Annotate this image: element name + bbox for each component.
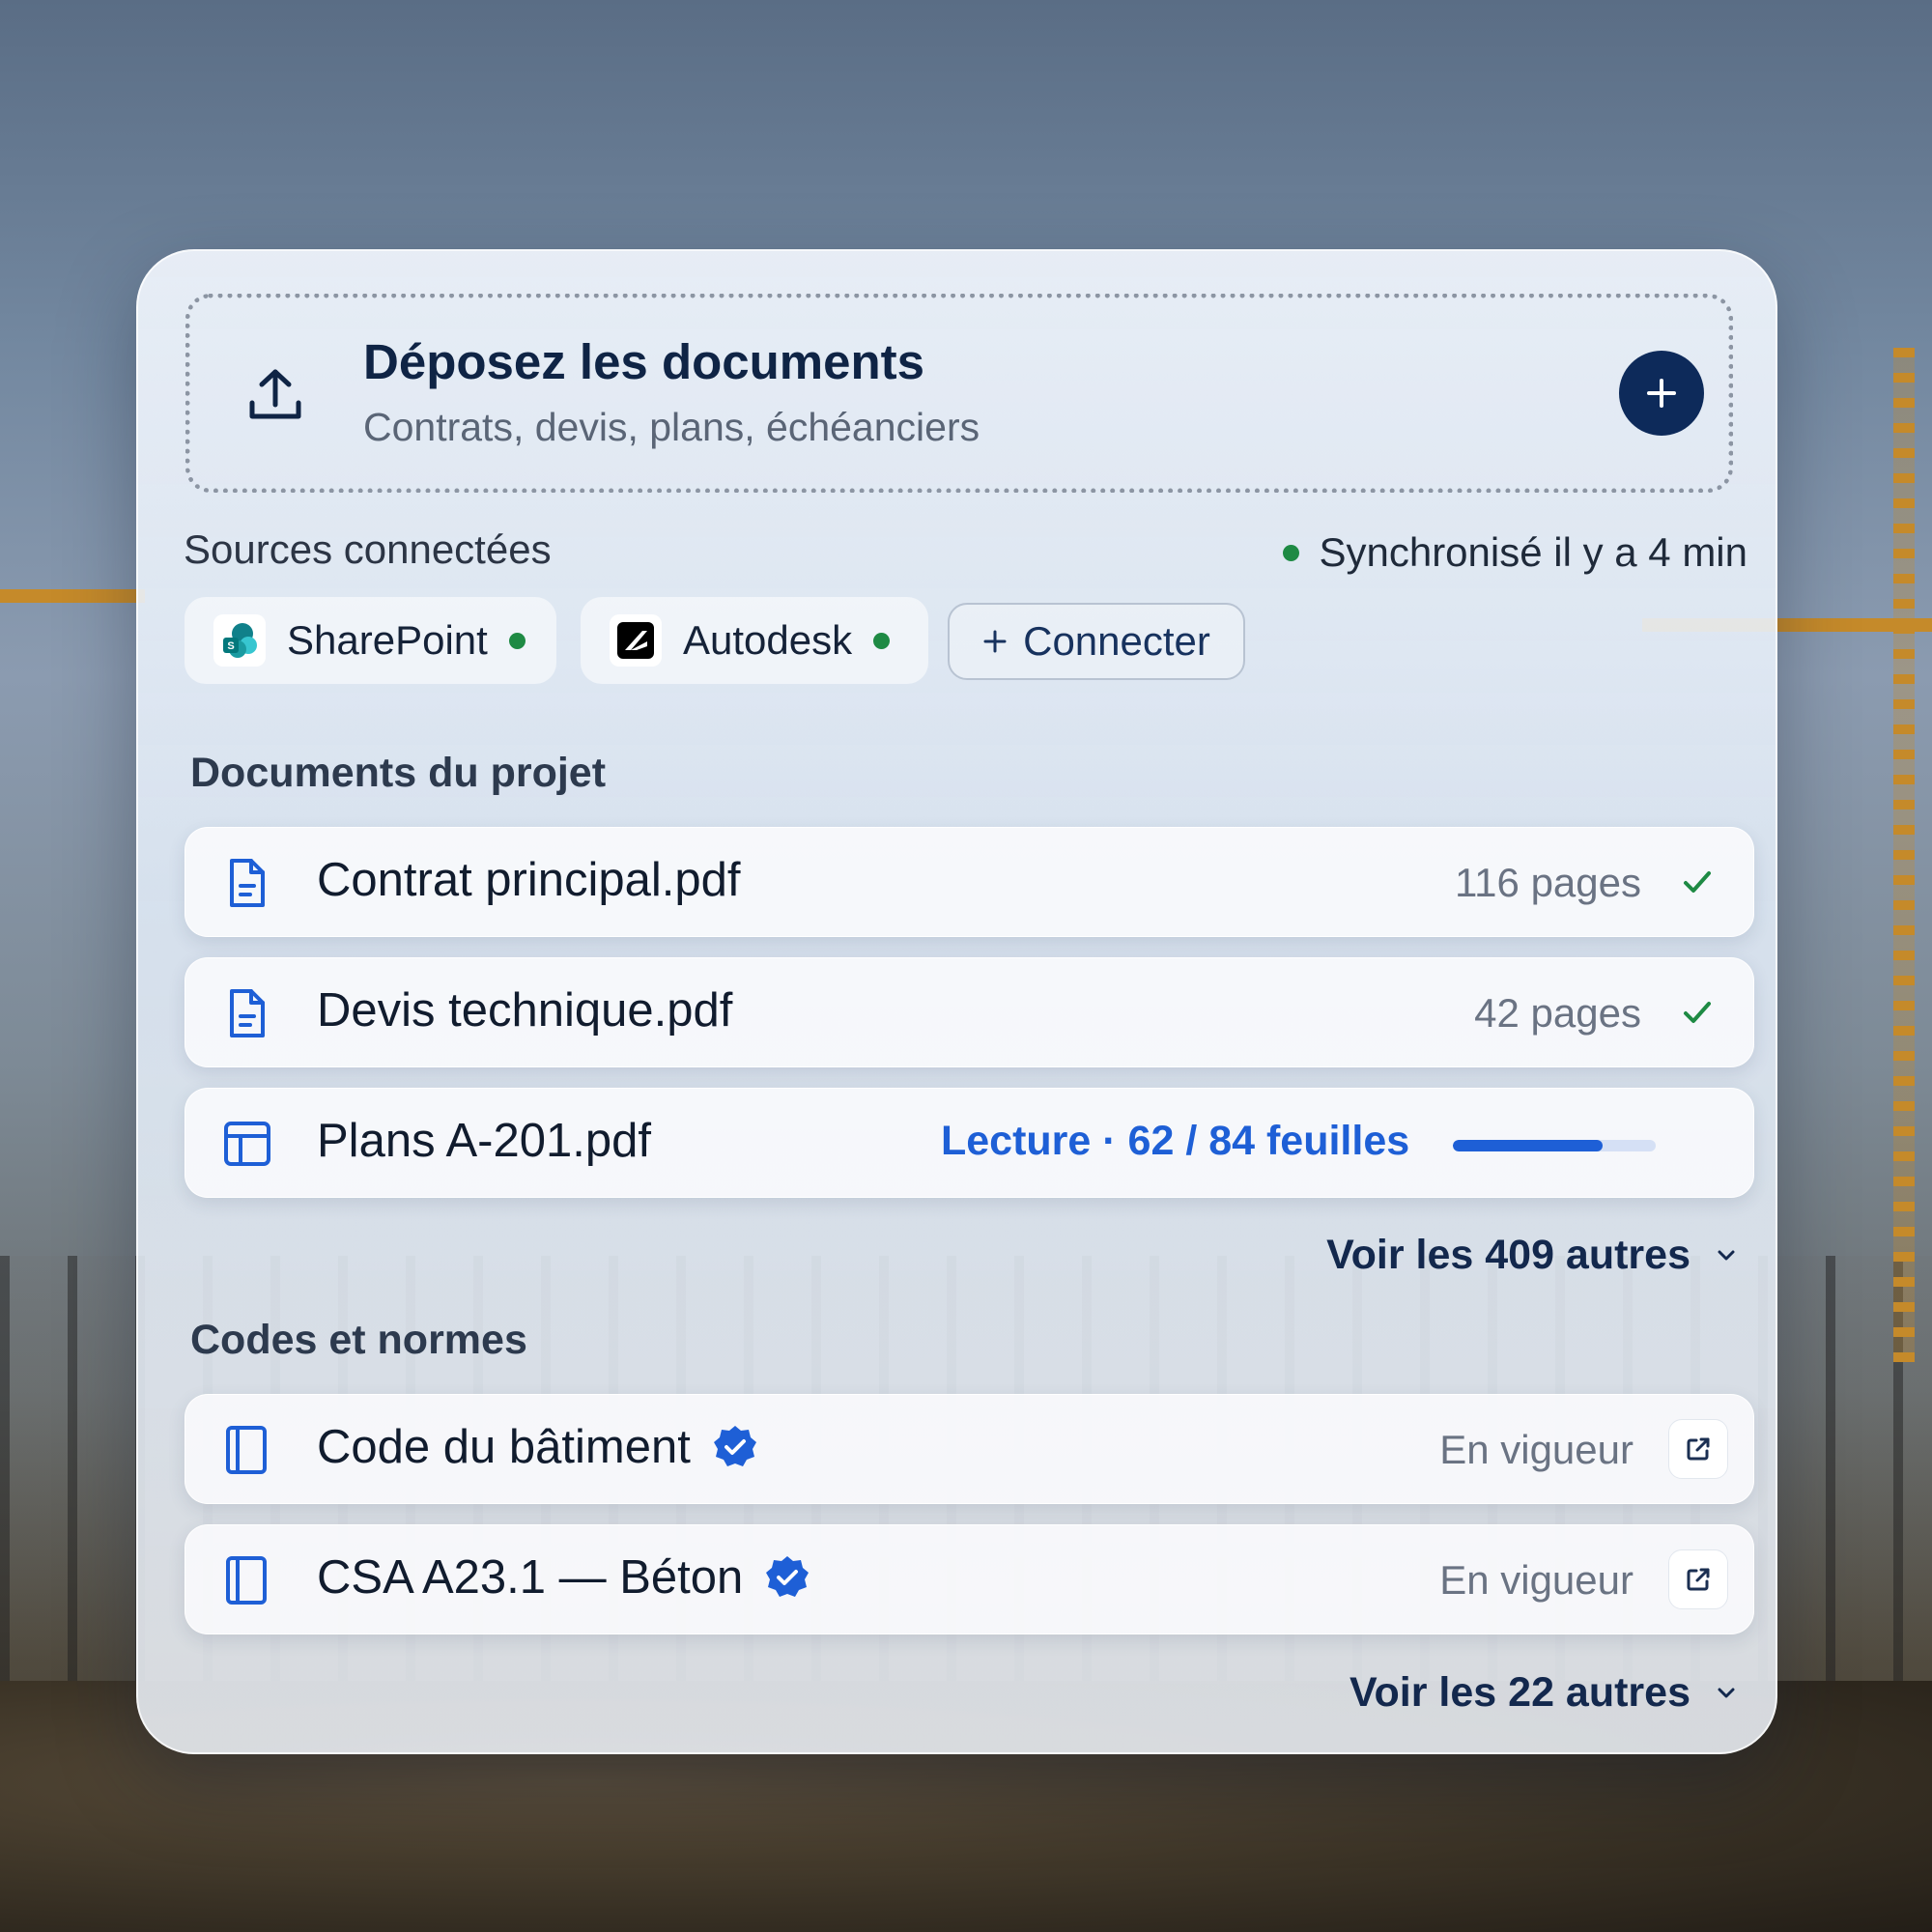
file-text-icon xyxy=(230,859,265,907)
sync-status-text: Synchronisé il y a 4 min xyxy=(1319,529,1747,575)
document-name: Plans A-201.pdf xyxy=(317,1115,651,1167)
layout-icon xyxy=(224,1122,270,1166)
see-more-label: Voir les 409 autres xyxy=(1326,1232,1690,1278)
source-status-dot xyxy=(508,632,526,649)
add-document-button[interactable] xyxy=(1619,351,1704,436)
chevron-down-icon xyxy=(1718,1688,1735,1697)
see-more-documents-link[interactable]: Voir les 409 autres xyxy=(1326,1232,1737,1279)
verified-badge-icon xyxy=(713,1426,756,1466)
sources-label: Sources connectées xyxy=(184,526,552,572)
documents-panel: Déposez les documents Contrats, devis, p… xyxy=(136,249,1777,1754)
check-icon xyxy=(1684,1002,1711,1023)
sync-status: Synchronisé il y a 4 min xyxy=(1283,529,1747,576)
background-crane-mast xyxy=(1893,348,1915,1362)
document-name: Devis technique.pdf xyxy=(317,984,733,1037)
upload-title: Déposez les documents xyxy=(363,334,924,389)
open-external-button[interactable] xyxy=(1668,1549,1728,1609)
open-external-button[interactable] xyxy=(1668,1419,1728,1479)
document-row[interactable]: Contrat principal.pdf 116 pages xyxy=(185,827,1754,937)
upload-subtitle: Contrats, devis, plans, échéanciers xyxy=(363,405,980,449)
plus-icon xyxy=(983,630,1007,653)
plus-icon xyxy=(1647,379,1676,408)
processing-progress-fill xyxy=(1453,1140,1603,1151)
codes-heading: Codes et normes xyxy=(190,1317,527,1363)
document-pages: 116 pages xyxy=(1454,860,1641,905)
document-row[interactable]: Devis technique.pdf 42 pages xyxy=(185,957,1754,1067)
external-link-icon xyxy=(1687,1568,1710,1591)
processing-status: Lecture · 62 / 84 feuilles xyxy=(941,1118,1410,1164)
source-name: SharePoint xyxy=(287,617,488,663)
document-row-processing[interactable]: Plans A-201.pdf Lecture · 62 / 84 feuill… xyxy=(185,1088,1754,1198)
see-more-label: Voir les 22 autres xyxy=(1350,1669,1690,1716)
code-name: Code du bâtiment xyxy=(317,1421,691,1473)
code-name-group: Code du bâtiment xyxy=(317,1420,758,1474)
sharepoint-logo-icon: S xyxy=(213,614,266,667)
upload-icon xyxy=(249,369,301,419)
file-text-icon xyxy=(230,989,265,1037)
source-chip-autodesk[interactable]: Autodesk xyxy=(581,597,928,684)
external-link-icon xyxy=(1687,1437,1710,1461)
project-docs-heading: Documents du projet xyxy=(190,750,607,796)
svg-text:S: S xyxy=(227,640,234,652)
code-status: En vigueur xyxy=(1439,1557,1634,1603)
source-name: Autodesk xyxy=(683,617,853,663)
book-icon xyxy=(226,1556,267,1605)
processing-progress-bar xyxy=(1453,1140,1656,1151)
connect-source-button[interactable]: Connecter xyxy=(948,603,1245,680)
code-row[interactable]: Code du bâtiment En vigueur xyxy=(185,1394,1754,1504)
document-pages: 42 pages xyxy=(1474,990,1641,1036)
see-more-codes-link[interactable]: Voir les 22 autres xyxy=(1350,1669,1737,1717)
code-name-group: CSA A23.1 — Béton xyxy=(317,1550,810,1605)
autodesk-logo-icon xyxy=(610,614,662,667)
verified-badge-icon xyxy=(766,1556,810,1597)
code-name: CSA A23.1 — Béton xyxy=(317,1551,744,1604)
chevron-down-icon xyxy=(1718,1250,1735,1260)
code-status: En vigueur xyxy=(1439,1427,1634,1472)
source-status-dot xyxy=(873,632,891,649)
background-crane-left xyxy=(0,589,145,603)
document-name: Contrat principal.pdf xyxy=(317,854,741,906)
connect-label: Connecter xyxy=(1023,618,1210,664)
sync-status-dot xyxy=(1283,544,1300,561)
check-icon xyxy=(1684,871,1711,893)
upload-dropzone[interactable]: Déposez les documents Contrats, devis, p… xyxy=(185,294,1733,493)
source-chip-sharepoint[interactable]: S SharePoint xyxy=(185,597,556,684)
book-icon xyxy=(226,1426,267,1474)
code-row[interactable]: CSA A23.1 — Béton En vigueur xyxy=(185,1524,1754,1634)
